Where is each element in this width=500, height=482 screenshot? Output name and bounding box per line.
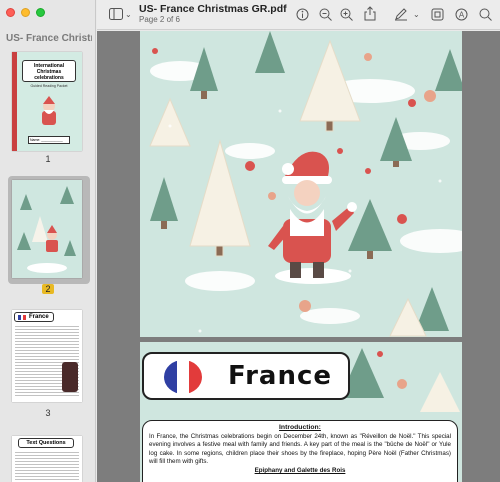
sidebar-document-title: US- France Christmas GR.pdf [6, 33, 92, 44]
country-title: France [228, 361, 333, 391]
chevron-down-icon[interactable]: ⌄ [125, 8, 132, 22]
minimize-window-button[interactable] [21, 8, 30, 17]
close-window-button[interactable] [6, 8, 15, 17]
info-icon[interactable] [296, 8, 309, 21]
svg-text:A: A [459, 11, 465, 20]
document-title: US- France Christmas GR.pdf [139, 3, 287, 15]
pdf-page-3: France Introduction: In France, the Chri… [140, 342, 462, 482]
santa-figure [268, 151, 357, 284]
country-heading-box: France [142, 352, 350, 400]
share-icon[interactable] [364, 6, 376, 21]
page-thumbnail-4[interactable]: Text Questions [12, 436, 82, 482]
window-controls [6, 8, 45, 17]
markup-pen-icon[interactable] [394, 7, 408, 21]
zoom-out-icon[interactable] [319, 8, 332, 21]
introduction-heading: Introduction: [279, 424, 321, 431]
thumbnail-number-2: 2 [0, 284, 96, 294]
toolbar: ⌄ US- France Christmas GR.pdf Page 2 of … [97, 0, 500, 30]
cover-title-box: International Christmas celebrations [22, 60, 76, 82]
cover-title: International Christmas celebrations [33, 63, 64, 81]
thumb-heading: Text Questions [18, 438, 74, 448]
page-thumbnail-3[interactable]: France [12, 310, 82, 402]
thumbnail-number-1: 1 [45, 154, 51, 164]
thumbnail-number-3: 3 [45, 408, 51, 418]
thumbnail-sidebar: US- France Christmas GR.pdf Internationa… [0, 0, 96, 482]
santa-illustration [42, 96, 56, 125]
page-thumbnail-1[interactable]: International Christmas celebrations Gui… [12, 52, 82, 151]
introduction-text: In France, the Christmas celebrations be… [149, 432, 451, 466]
thumb-text-lines [15, 452, 79, 480]
zoom-window-button[interactable] [36, 8, 45, 17]
cover-subtitle: Guided Reading Packet [30, 84, 68, 88]
current-page-badge: 2 [42, 284, 54, 294]
sidebar-toggle-icon[interactable] [109, 8, 123, 20]
page-indicator: Page 2 of 6 [139, 15, 180, 24]
pdf-page-2 [140, 31, 462, 337]
winter-pattern-thumbnail [17, 186, 76, 273]
zoom-in-icon[interactable] [340, 8, 353, 21]
cover-name-box: Name: ___________ [28, 136, 70, 144]
search-icon[interactable] [479, 8, 492, 21]
annotate-icon[interactable]: A [455, 8, 468, 21]
winter-pattern-illustration [149, 31, 462, 337]
introduction-box: Introduction: In France, the Christmas c… [142, 420, 458, 482]
france-flag-icon [164, 360, 202, 394]
thumb-heading: France [29, 314, 49, 320]
document-viewer[interactable]: France Introduction: In France, the Chri… [97, 31, 500, 482]
epiphany-subheading: Epiphany and Galette des Rois [254, 466, 346, 474]
page-thumbnail-2[interactable] [12, 180, 82, 278]
crop-icon[interactable] [431, 8, 444, 21]
chevron-down-icon[interactable]: ⌄ [413, 8, 420, 22]
thumb-heading-box: France [14, 312, 54, 322]
wine-bottle-image [62, 362, 78, 392]
